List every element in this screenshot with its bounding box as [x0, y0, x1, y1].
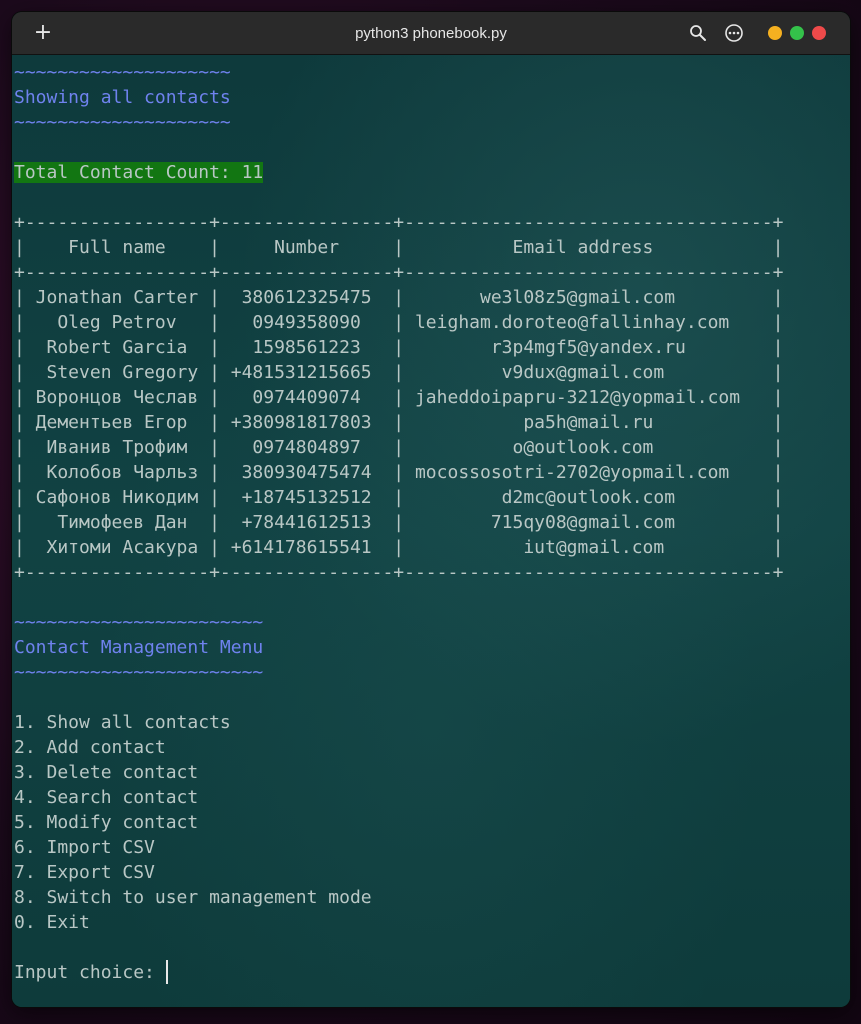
table-row: | Воронцов Чеслав | 0974409074 | jaheddo… — [14, 387, 784, 408]
menu-title: Contact Management Menu — [14, 637, 264, 658]
menu-wave-bottom: ~~~~~~~~~~~~~~~~~~~~~~~ — [14, 662, 264, 683]
terminal-window: + python3 phonebook.py ~~~~~~~~~~~~~~~~~… — [12, 12, 850, 1007]
table-row: | Тимофеев Дан | +78441612513 | 715qy08@… — [14, 512, 784, 533]
menu-item: 4. Search contact — [14, 787, 199, 808]
search-icon[interactable] — [688, 23, 708, 43]
new-tab-icon[interactable]: + — [30, 20, 56, 46]
table-row: | Oleg Petrov | 0949358090 | leigham.dor… — [14, 312, 784, 333]
section-title: Showing all contacts — [14, 87, 231, 108]
table-row: | Дементьев Егор | +380981817803 | pa5h@… — [14, 412, 784, 433]
menu-item: 3. Delete contact — [14, 762, 199, 783]
menu-item: 1. Show all contacts — [14, 712, 231, 733]
menu-icon[interactable] — [724, 23, 744, 43]
table-border-bottom: +-----------------+----------------+----… — [14, 562, 784, 583]
title-bar: + python3 phonebook.py — [12, 12, 850, 55]
table-row: | Robert Garcia | 1598561223 | r3p4mgf5@… — [14, 337, 784, 358]
menu-item: 8. Switch to user management mode — [14, 887, 372, 908]
menu-item: 2. Add contact — [14, 737, 166, 758]
terminal-area[interactable]: ~~~~~~~~~~~~~~~~~~~~ Showing all contact… — [12, 55, 850, 1007]
table-border-mid: +-----------------+----------------+----… — [14, 262, 784, 283]
menu-item: 0. Exit — [14, 912, 90, 933]
text-cursor[interactable] — [165, 960, 168, 984]
table-row: | Хитоми Асакура | +614178615541 | iut@g… — [14, 537, 784, 558]
section-wave-top: ~~~~~~~~~~~~~~~~~~~~ — [14, 62, 231, 83]
contact-count: Total Contact Count: 11 — [14, 162, 264, 183]
table-row: | Steven Gregory | +481531215665 | v9dux… — [14, 362, 784, 383]
input-prompt: Input choice: — [14, 962, 166, 983]
menu-item: 7. Export CSV — [14, 862, 155, 883]
table-row: | Колобов Чарльз | 380930475474 | mocoss… — [14, 462, 784, 483]
menu-item: 6. Import CSV — [14, 837, 155, 858]
minimize-button[interactable] — [768, 26, 782, 40]
menu-wave-top: ~~~~~~~~~~~~~~~~~~~~~~~ — [14, 612, 264, 633]
maximize-button[interactable] — [790, 26, 804, 40]
terminal-output: ~~~~~~~~~~~~~~~~~~~~ Showing all contact… — [14, 60, 783, 985]
table-border-top: +-----------------+----------------+----… — [14, 212, 784, 233]
menu-item: 5. Modify contact — [14, 812, 199, 833]
window-title: python3 phonebook.py — [355, 24, 507, 42]
table-row: | Иванив Трофим | 0974804897 | o@outlook… — [14, 437, 784, 458]
close-button[interactable] — [812, 26, 826, 40]
section-wave-bottom: ~~~~~~~~~~~~~~~~~~~~ — [14, 112, 231, 133]
table-row: | Jonathan Carter | 380612325475 | we3l0… — [14, 287, 784, 308]
table-header: | Full name | Number | Email address | — [14, 237, 784, 258]
table-row: | Сафонов Никодим | +18745132512 | d2mc@… — [14, 487, 784, 508]
